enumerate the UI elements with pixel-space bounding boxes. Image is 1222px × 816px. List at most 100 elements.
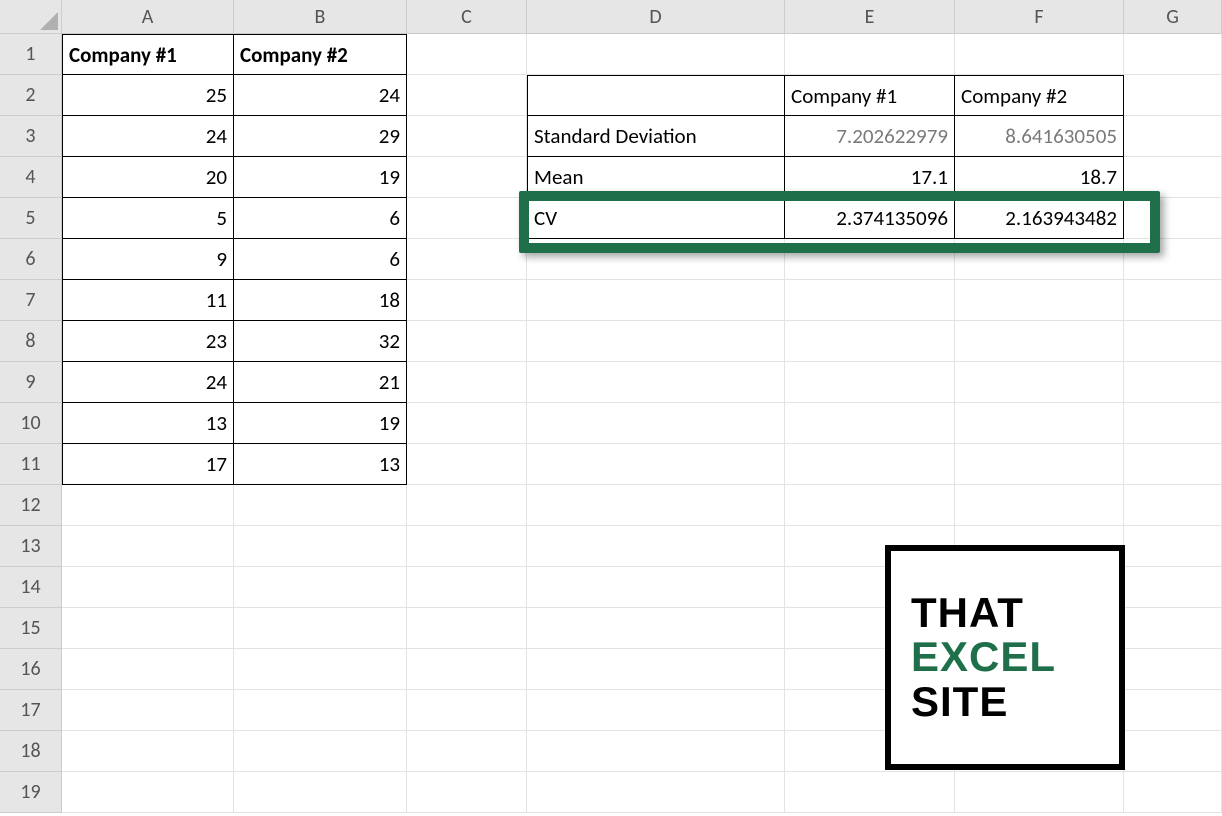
- cell-C11[interactable]: [407, 444, 527, 485]
- cell-G19[interactable]: [1124, 772, 1222, 813]
- cell-E11[interactable]: [785, 444, 955, 485]
- cell-F4[interactable]: 18.7: [955, 157, 1124, 198]
- cell-B12[interactable]: [234, 485, 407, 526]
- cell-E8[interactable]: [785, 321, 955, 362]
- cell-D13[interactable]: [527, 526, 785, 567]
- cell-A10[interactable]: 13: [62, 403, 234, 444]
- cell-A1[interactable]: Company #1: [62, 34, 234, 75]
- cell-C14[interactable]: [407, 567, 527, 608]
- cell-F1[interactable]: [955, 34, 1124, 75]
- cell-F12[interactable]: [955, 485, 1124, 526]
- cell-A16[interactable]: [62, 649, 234, 690]
- col-header-E[interactable]: E: [785, 0, 955, 34]
- cell-G17[interactable]: [1124, 690, 1222, 731]
- row-header-15[interactable]: 15: [0, 608, 62, 649]
- cell-C16[interactable]: [407, 649, 527, 690]
- cell-C1[interactable]: [407, 34, 527, 75]
- cell-D14[interactable]: [527, 567, 785, 608]
- cell-B10[interactable]: 19: [234, 403, 407, 444]
- cell-E5[interactable]: 2.374135096: [785, 198, 955, 239]
- cell-F8[interactable]: [955, 321, 1124, 362]
- cell-A19[interactable]: [62, 772, 234, 813]
- row-header-12[interactable]: 12: [0, 485, 62, 526]
- cell-C18[interactable]: [407, 731, 527, 772]
- cell-C10[interactable]: [407, 403, 527, 444]
- cell-C8[interactable]: [407, 321, 527, 362]
- row-header-4[interactable]: 4: [0, 157, 62, 198]
- cell-G11[interactable]: [1124, 444, 1222, 485]
- cell-C15[interactable]: [407, 608, 527, 649]
- cell-A9[interactable]: 24: [62, 362, 234, 403]
- cell-F10[interactable]: [955, 403, 1124, 444]
- row-header-9[interactable]: 9: [0, 362, 62, 403]
- cell-E1[interactable]: [785, 34, 955, 75]
- cell-C13[interactable]: [407, 526, 527, 567]
- cell-G4[interactable]: [1124, 157, 1222, 198]
- cell-A7[interactable]: 11: [62, 280, 234, 321]
- cell-B4[interactable]: 19: [234, 157, 407, 198]
- row-header-11[interactable]: 11: [0, 444, 62, 485]
- cell-B16[interactable]: [234, 649, 407, 690]
- cell-B14[interactable]: [234, 567, 407, 608]
- cell-G6[interactable]: [1124, 239, 1222, 280]
- cell-B5[interactable]: 6: [234, 198, 407, 239]
- cell-C7[interactable]: [407, 280, 527, 321]
- col-header-A[interactable]: A: [62, 0, 234, 34]
- cell-D8[interactable]: [527, 321, 785, 362]
- cell-E12[interactable]: [785, 485, 955, 526]
- cell-D11[interactable]: [527, 444, 785, 485]
- select-all-corner[interactable]: [0, 0, 62, 34]
- cell-B19[interactable]: [234, 772, 407, 813]
- cell-B9[interactable]: 21: [234, 362, 407, 403]
- cell-B15[interactable]: [234, 608, 407, 649]
- cell-C4[interactable]: [407, 157, 527, 198]
- row-header-18[interactable]: 18: [0, 731, 62, 772]
- cell-F7[interactable]: [955, 280, 1124, 321]
- cell-G10[interactable]: [1124, 403, 1222, 444]
- cell-D5[interactable]: CV: [527, 198, 785, 239]
- cell-E2[interactable]: Company #1: [785, 75, 955, 116]
- cell-B18[interactable]: [234, 731, 407, 772]
- col-header-D[interactable]: D: [527, 0, 785, 34]
- cell-E7[interactable]: [785, 280, 955, 321]
- cell-G5[interactable]: [1124, 198, 1222, 239]
- cell-F6[interactable]: [955, 239, 1124, 280]
- row-header-8[interactable]: 8: [0, 321, 62, 362]
- cell-B6[interactable]: 6: [234, 239, 407, 280]
- cell-D17[interactable]: [527, 690, 785, 731]
- cell-B1[interactable]: Company #2: [234, 34, 407, 75]
- row-header-2[interactable]: 2: [0, 75, 62, 116]
- cell-A14[interactable]: [62, 567, 234, 608]
- col-header-G[interactable]: G: [1124, 0, 1222, 34]
- cell-F2[interactable]: Company #2: [955, 75, 1124, 116]
- cell-C3[interactable]: [407, 116, 527, 157]
- cell-E3[interactable]: 7.202622979: [785, 116, 955, 157]
- row-header-7[interactable]: 7: [0, 280, 62, 321]
- cell-G1[interactable]: [1124, 34, 1222, 75]
- cell-D15[interactable]: [527, 608, 785, 649]
- cell-G13[interactable]: [1124, 526, 1222, 567]
- col-header-F[interactable]: F: [955, 0, 1124, 34]
- cell-F3[interactable]: 8.641630505: [955, 116, 1124, 157]
- cell-E19[interactable]: [785, 772, 955, 813]
- row-header-5[interactable]: 5: [0, 198, 62, 239]
- cell-D9[interactable]: [527, 362, 785, 403]
- row-header-17[interactable]: 17: [0, 690, 62, 731]
- row-header-10[interactable]: 10: [0, 403, 62, 444]
- row-header-1[interactable]: 1: [0, 34, 62, 75]
- row-header-3[interactable]: 3: [0, 116, 62, 157]
- cell-D2[interactable]: [527, 75, 785, 116]
- cell-B2[interactable]: 24: [234, 75, 407, 116]
- cell-D10[interactable]: [527, 403, 785, 444]
- cell-D16[interactable]: [527, 649, 785, 690]
- cell-D18[interactable]: [527, 731, 785, 772]
- cell-C2[interactable]: [407, 75, 527, 116]
- col-header-B[interactable]: B: [234, 0, 407, 34]
- cell-C6[interactable]: [407, 239, 527, 280]
- col-header-C[interactable]: C: [407, 0, 527, 34]
- cell-G12[interactable]: [1124, 485, 1222, 526]
- cell-C5[interactable]: [407, 198, 527, 239]
- cell-B13[interactable]: [234, 526, 407, 567]
- cell-B17[interactable]: [234, 690, 407, 731]
- cell-G16[interactable]: [1124, 649, 1222, 690]
